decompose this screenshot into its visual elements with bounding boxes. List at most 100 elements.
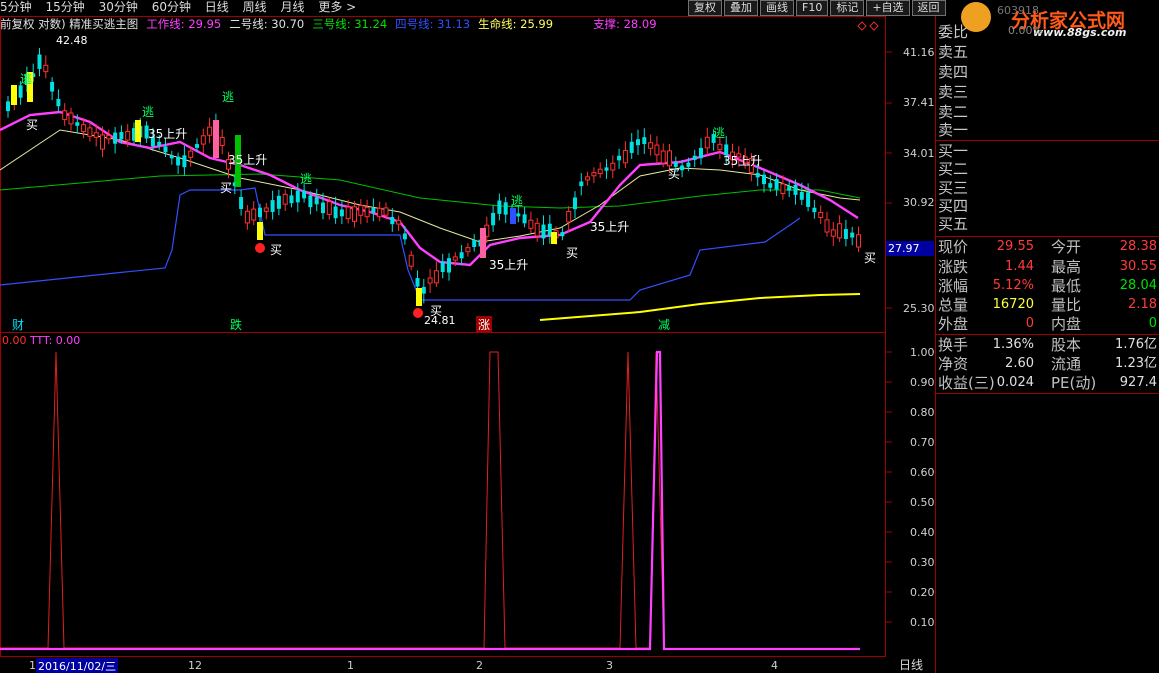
sub-red-signal xyxy=(0,351,665,649)
candle-body xyxy=(244,210,250,224)
candle-body xyxy=(579,181,584,187)
candle-body xyxy=(617,155,622,161)
quote-label: 净资 xyxy=(938,355,969,373)
candle-body xyxy=(812,207,817,213)
quote-row: 外盘 0 内盘 0 xyxy=(938,314,1159,334)
candle-body xyxy=(200,135,206,145)
buy-signal: 买 xyxy=(864,251,877,265)
candle-body xyxy=(113,132,118,144)
date-tick: 4 xyxy=(771,659,778,672)
buy-signal: 买 xyxy=(26,118,39,132)
candle-body xyxy=(629,141,634,153)
quote-value: 16720 xyxy=(992,297,1034,312)
candle-body xyxy=(699,147,703,159)
quote-label: 内盘 xyxy=(1051,315,1082,333)
candle-body xyxy=(680,165,685,171)
candle-body xyxy=(768,183,773,188)
event-label: 跌 xyxy=(230,318,243,332)
high-price-label: 42.48 xyxy=(56,34,88,47)
quote-value: 1.36% xyxy=(992,337,1034,352)
quote-label: 换手 xyxy=(938,336,969,354)
candles xyxy=(6,47,861,306)
candle-body xyxy=(447,258,451,273)
candle-body xyxy=(491,212,496,226)
quote-value: 1.23亿 xyxy=(1115,356,1157,371)
quote-value: 0 xyxy=(1148,316,1157,331)
candle-body xyxy=(591,172,597,177)
candle-body xyxy=(433,270,439,284)
candle-body xyxy=(799,191,804,200)
buy-signal: 买 xyxy=(566,246,579,260)
candle-body xyxy=(345,206,351,220)
date-tick: 12 xyxy=(188,659,202,672)
price-label: 41.16 xyxy=(903,46,935,59)
quote-row: 净资 2.60 流通 1.23亿 xyxy=(938,354,1159,374)
order-book-label: 买五 xyxy=(938,215,969,233)
sub-label: 0.60 xyxy=(910,466,935,479)
candle-body xyxy=(465,247,471,253)
candle-body xyxy=(692,155,697,160)
candle-body xyxy=(352,206,357,222)
candle-body xyxy=(169,155,174,159)
quote-label: 外盘 xyxy=(938,315,969,333)
candle-body xyxy=(830,229,836,237)
date-tick: 1 xyxy=(347,659,354,672)
quote-value: 28.04 xyxy=(1119,278,1157,293)
quote-row: 涨幅 5.12% 最低 28.04 xyxy=(938,276,1159,296)
candle-body xyxy=(289,195,294,204)
candle-body xyxy=(270,200,275,212)
date-tick: 2 xyxy=(476,659,483,672)
candle-body xyxy=(610,162,616,171)
quote-value: 29.55 xyxy=(996,239,1034,254)
candle-body xyxy=(314,197,319,205)
candle-body xyxy=(18,85,23,98)
candle-body xyxy=(787,186,792,191)
quote-row: 总量 16720 量比 2.18 xyxy=(938,295,1159,315)
sub-label: 0.80 xyxy=(910,406,935,419)
price-label: 25.30 xyxy=(903,302,935,315)
candle-body xyxy=(560,232,565,237)
candle-body xyxy=(93,132,99,138)
candle-body xyxy=(440,261,445,273)
candle-body xyxy=(100,134,105,150)
order-book-label: 卖五 xyxy=(938,43,969,61)
signal-candle xyxy=(11,85,17,105)
candle-body xyxy=(516,213,521,217)
up35-signal: 35上升 xyxy=(590,220,630,234)
order-book-label: 委比 xyxy=(938,23,969,41)
up35-signal: 35上升 xyxy=(723,154,763,168)
escape-signal: 逃 xyxy=(511,194,524,208)
candle-body xyxy=(503,202,508,215)
candle-body xyxy=(188,150,194,158)
candle-body xyxy=(566,211,572,223)
candle-body xyxy=(371,207,376,213)
candle-body xyxy=(358,204,364,216)
candle-body xyxy=(68,112,74,125)
date-tick: 1 xyxy=(29,659,36,672)
sub-label: 0.20 xyxy=(910,586,935,599)
candle-body xyxy=(43,64,49,73)
candle-body xyxy=(642,137,647,145)
green-ma xyxy=(0,173,861,209)
diamond-icon[interactable] xyxy=(857,21,867,31)
signal-candle xyxy=(480,228,486,258)
quote-label: 流通 xyxy=(1051,355,1082,373)
candle-body xyxy=(37,54,42,69)
candle-body xyxy=(125,131,131,141)
candle-body xyxy=(806,192,811,207)
sub-label: 0.30 xyxy=(910,556,935,569)
day-line-tab[interactable]: 日线 xyxy=(888,657,934,673)
price-label: 37.41 xyxy=(903,96,935,109)
candle-body xyxy=(824,219,830,233)
channel-line xyxy=(0,187,801,301)
white-ma xyxy=(0,129,861,243)
sub-label: 0.40 xyxy=(910,526,935,539)
quote-label: 总量 xyxy=(938,296,969,314)
candle-body xyxy=(377,207,383,218)
ttt-value: TTT: 0.00 xyxy=(30,334,81,347)
diamond-icon[interactable] xyxy=(869,21,879,31)
candle-body xyxy=(251,208,257,221)
quote-value: 927.4 xyxy=(1119,375,1157,390)
candle-body xyxy=(239,197,244,210)
sub-indicator-value: 0.00 xyxy=(2,334,27,347)
